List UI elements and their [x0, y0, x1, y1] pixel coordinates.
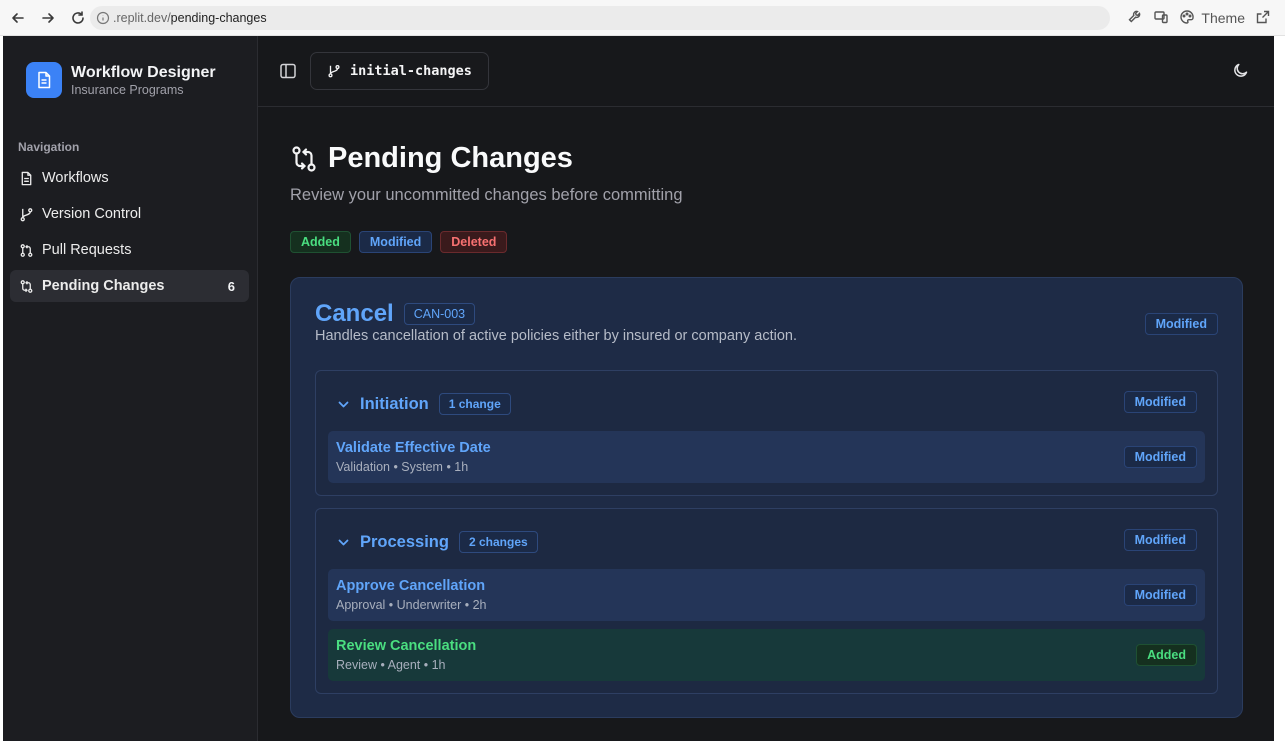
reload-icon[interactable]	[64, 4, 92, 32]
moon-icon[interactable]	[1232, 62, 1249, 79]
sidebar-item-label: Version Control	[42, 206, 142, 222]
step-row[interactable]: Validate Effective Date Validation • Sys…	[328, 431, 1205, 483]
sidebar: Workflow Designer Insurance Programs Nav…	[3, 36, 258, 741]
git-branch-icon	[20, 207, 33, 221]
workflow-name[interactable]: Cancel	[315, 300, 394, 328]
step-meta: Approval • Underwriter • 2h	[336, 598, 487, 612]
workflow-description: Handles cancellation of active policies …	[315, 328, 797, 344]
step-status-badge: Modified	[1123, 584, 1197, 606]
stage-initiation: Initiation 1 change Modified Validate Ef…	[315, 370, 1218, 496]
sidebar-item-pending-changes[interactable]: Pending Changes 6	[10, 270, 249, 302]
sidebar-item-pull-requests[interactable]: Pull Requests	[10, 234, 249, 266]
stage-header[interactable]: Initiation 1 change	[336, 393, 511, 415]
document-icon	[21, 171, 32, 185]
sidebar-toggle-icon[interactable]	[279, 62, 297, 80]
stage-change-count: 1 change	[438, 393, 511, 415]
step-title: Approve Cancellation	[336, 578, 486, 594]
back-icon[interactable]	[4, 4, 32, 32]
sidebar-item-label: Pending Changes	[42, 278, 165, 294]
step-row[interactable]: Review Cancellation Review • Agent • 1h …	[328, 629, 1205, 681]
page-header: Pending Changes	[290, 142, 573, 175]
stage-status-badge: Modified	[1123, 529, 1197, 551]
step-meta: Review • Agent • 1h	[336, 658, 446, 672]
forward-icon[interactable]	[34, 4, 62, 32]
wrench-icon[interactable]	[1127, 9, 1143, 28]
url-host: .replit.dev/	[113, 11, 171, 25]
stage-change-count: 2 changes	[458, 531, 538, 553]
step-status-badge: Added	[1136, 644, 1197, 666]
brand-title: Workflow Designer	[71, 63, 216, 81]
step-title: Review Cancellation	[336, 638, 477, 654]
workflow-status-badge: Modified	[1144, 313, 1218, 335]
url-path: pending-changes	[170, 11, 267, 25]
sidebar-item-version-control[interactable]: Version Control	[10, 198, 249, 230]
chevron-down-icon	[338, 401, 349, 407]
workflow-card: Cancel CAN-003 Handles cancellation of a…	[290, 277, 1243, 718]
git-compare-icon	[292, 145, 316, 172]
change-legend: Added Modified Deleted	[290, 231, 508, 253]
stage-name: Initiation	[360, 394, 429, 413]
theme-label[interactable]: Theme	[1201, 10, 1245, 26]
page-title: Pending Changes	[328, 142, 573, 174]
main-content: initial-changes Pending Changes Review y…	[258, 36, 1274, 741]
address-bar[interactable]: .replit.dev/pending-changes	[90, 6, 1110, 30]
git-compare-icon	[20, 279, 33, 293]
workflow-code-badge: CAN-003	[403, 303, 476, 325]
nav-heading: Navigation	[18, 140, 80, 154]
step-meta: Validation • System • 1h	[336, 460, 469, 474]
stage-name: Processing	[360, 532, 449, 551]
document-icon	[26, 62, 62, 98]
chevron-down-icon	[338, 539, 349, 545]
sidebar-item-workflows[interactable]: Workflows	[10, 162, 249, 194]
legend-modified-badge: Modified	[358, 231, 433, 253]
brand-subtitle: Insurance Programs	[71, 82, 184, 97]
palette-icon[interactable]	[1179, 9, 1195, 28]
site-info-icon[interactable]	[96, 11, 110, 25]
browser-toolbar: .replit.dev/pending-changes Theme	[0, 0, 1285, 36]
legend-deleted-badge: Deleted	[440, 231, 508, 253]
legend-added-badge: Added	[290, 231, 351, 253]
stage-header[interactable]: Processing 2 changes	[336, 531, 538, 553]
nav-list: Workflows Version Control Pull Requests …	[10, 162, 249, 306]
devices-icon[interactable]	[1153, 9, 1169, 28]
page-subtitle: Review your uncommitted changes before c…	[290, 186, 683, 204]
top-bar: initial-changes	[258, 36, 1274, 107]
step-title: Validate Effective Date	[336, 440, 491, 456]
sidebar-item-label: Pull Requests	[42, 242, 132, 258]
open-external-icon[interactable]	[1255, 9, 1271, 28]
git-pull-request-icon	[20, 243, 33, 257]
pending-count-badge: 6	[227, 278, 235, 294]
git-branch-icon	[328, 65, 340, 78]
branch-name: initial-changes	[350, 63, 472, 79]
sidebar-item-label: Workflows	[42, 170, 109, 186]
stage-status-badge: Modified	[1123, 391, 1197, 413]
branch-selector[interactable]: initial-changes	[310, 52, 489, 90]
step-status-badge: Modified	[1123, 446, 1197, 468]
step-row[interactable]: Approve Cancellation Approval • Underwri…	[328, 569, 1205, 621]
brand[interactable]: Workflow Designer Insurance Programs	[26, 62, 216, 98]
app-root: Workflow Designer Insurance Programs Nav…	[3, 36, 1274, 741]
stage-processing: Processing 2 changes Modified Approve Ca…	[315, 508, 1218, 694]
